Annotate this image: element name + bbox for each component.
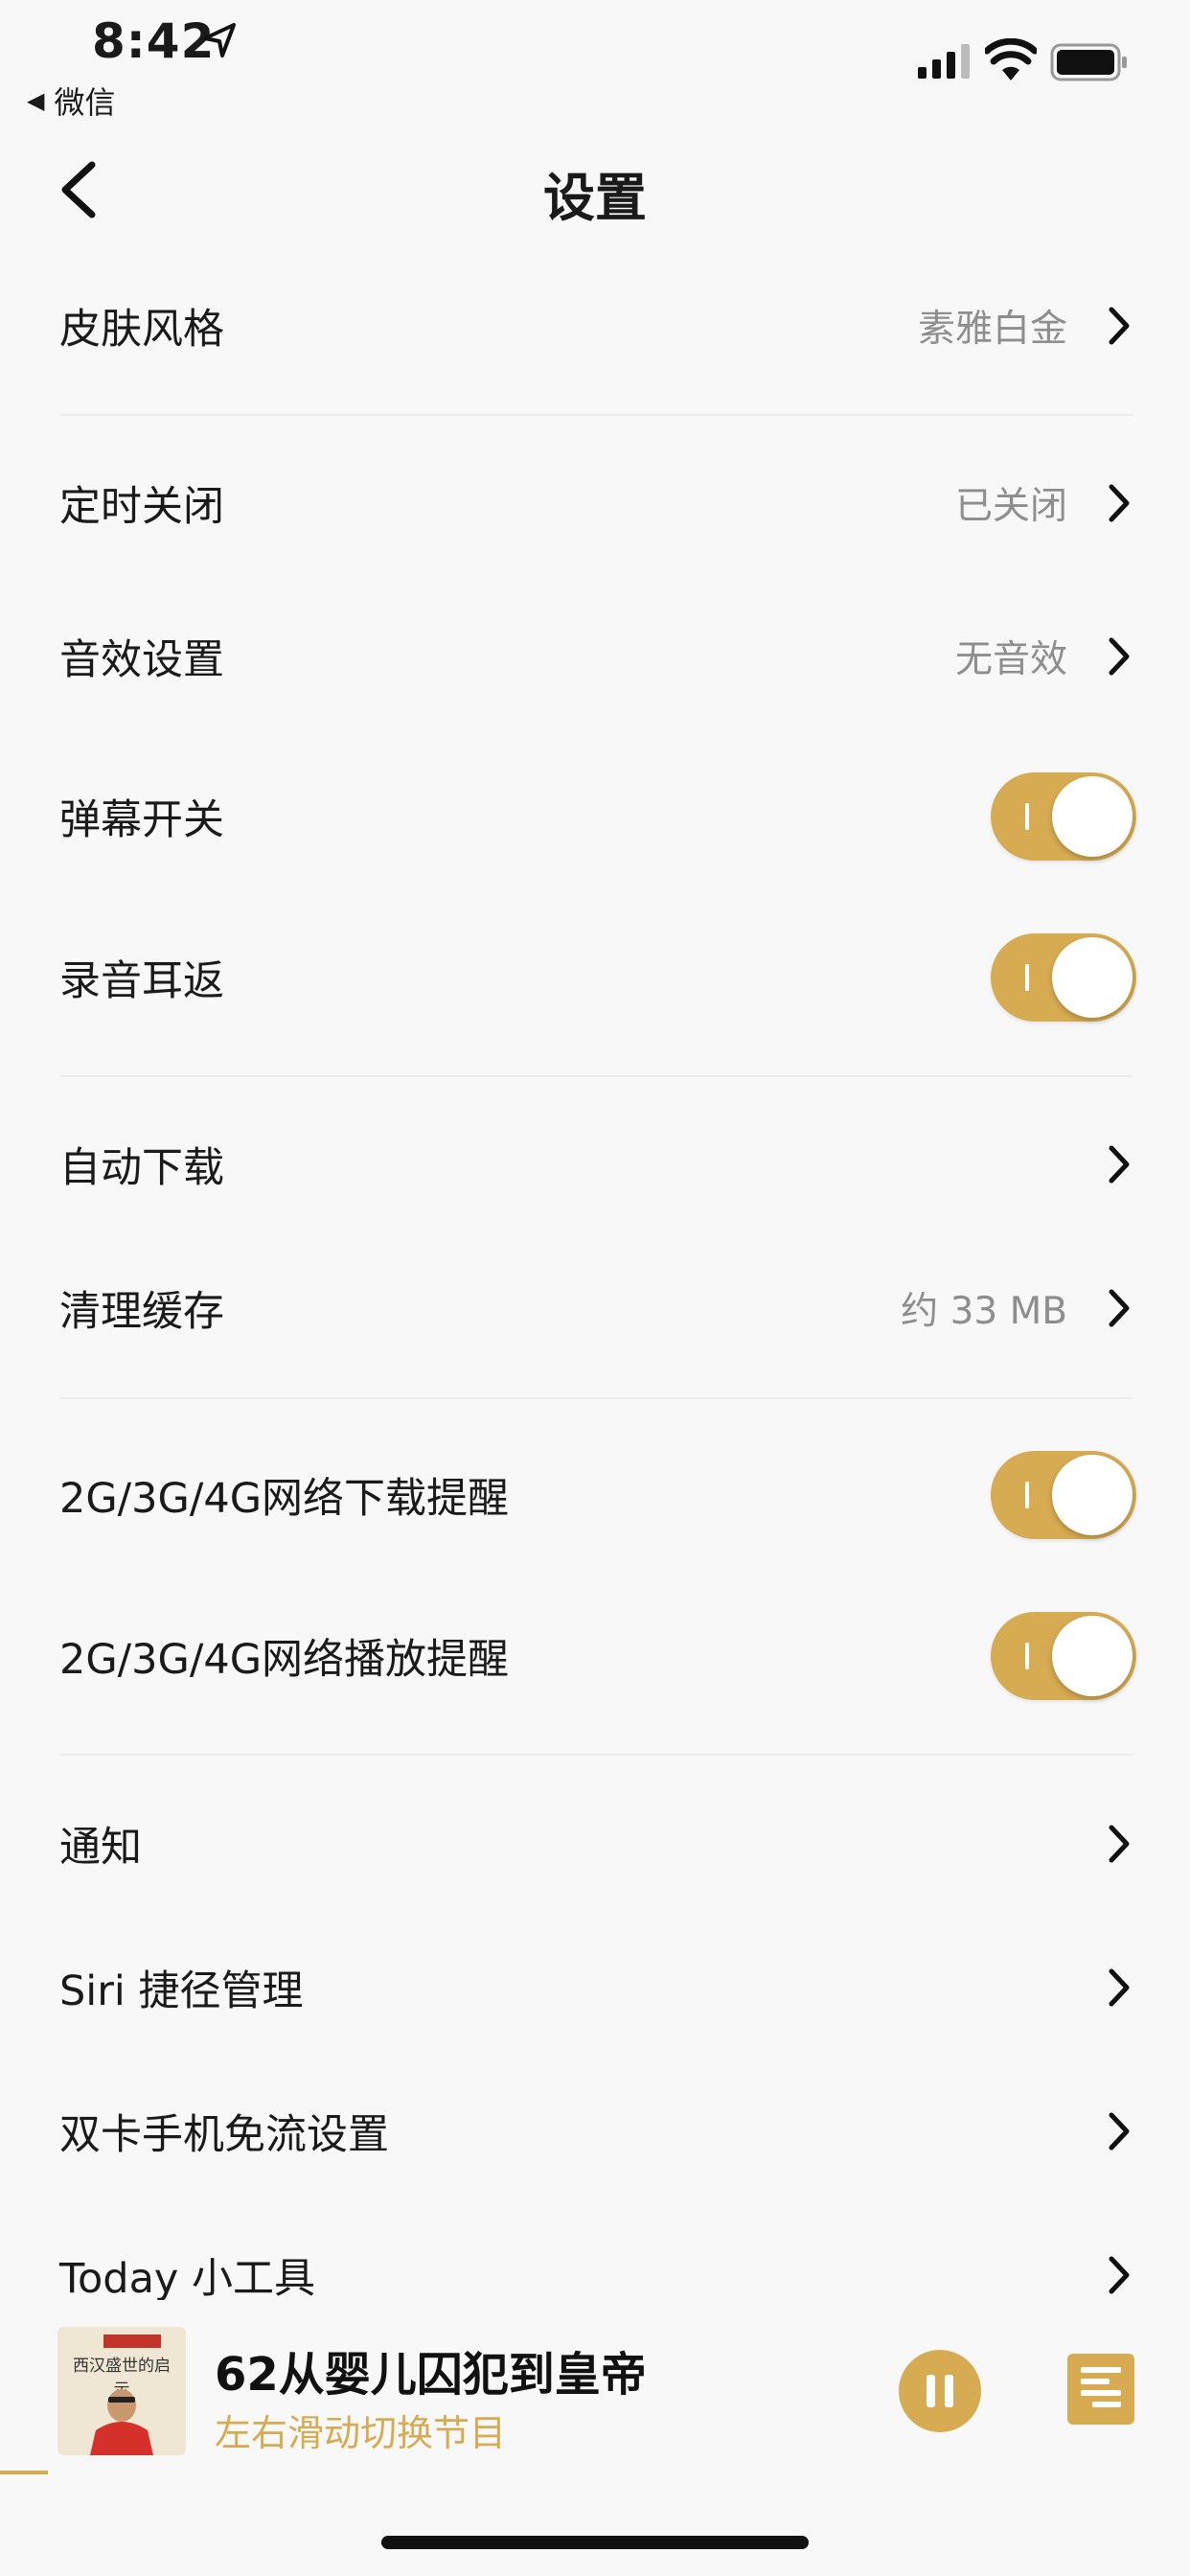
setting-row-danmaku: 弹幕开关 <box>0 759 1190 874</box>
playback-progress-bar <box>0 2471 48 2474</box>
toggle-on-mark <box>1025 1482 1029 1508</box>
setting-row-ear-return: 录音耳返 <box>0 920 1190 1035</box>
setting-label: 录音耳返 <box>59 957 224 1005</box>
now-playing-title: 62从婴儿囚犯到皇帝 <box>215 2348 647 2402</box>
setting-row-cellular-download: 2G/3G/4G网络下载提醒 <box>0 1438 1190 1552</box>
chevron-right-icon <box>1109 2112 1130 2150</box>
setting-value: 已关闭 <box>954 485 1067 528</box>
setting-row-skin[interactable]: 皮肤风格 素雅白金 <box>0 268 1190 383</box>
location-arrow-icon <box>203 23 236 58</box>
setting-row-dual-sim[interactable]: 双卡手机免流设置 <box>0 2074 1190 2189</box>
pause-icon-bar <box>945 2375 953 2407</box>
status-time: 8:42 <box>92 13 216 69</box>
ear-return-toggle[interactable] <box>991 933 1136 1022</box>
toggle-knob <box>1052 776 1133 857</box>
chevron-right-icon <box>1109 1968 1130 2007</box>
setting-value: 无音效 <box>954 638 1067 681</box>
setting-row-sound-effect[interactable]: 音效设置 无音效 <box>0 599 1190 714</box>
toggle-on-mark <box>1025 1643 1029 1669</box>
cover-badge <box>103 2334 161 2348</box>
section-divider <box>59 1075 1133 1077</box>
setting-value: 素雅白金 <box>917 308 1067 351</box>
setting-label: 双卡手机免流设置 <box>59 2111 389 2159</box>
chevron-right-icon <box>1109 1145 1130 1184</box>
back-app-label: 微信 <box>54 84 116 121</box>
setting-label: 定时关闭 <box>59 483 224 531</box>
chevron-right-icon <box>1109 2256 1130 2294</box>
setting-label: 2G/3G/4G网络播放提醒 <box>59 1636 510 1684</box>
toggle-on-mark <box>1025 803 1029 830</box>
danmaku-toggle[interactable] <box>991 772 1136 861</box>
chevron-right-icon <box>1109 307 1130 345</box>
chevron-right-icon <box>1109 1825 1130 1863</box>
now-playing-hint: 左右滑动切换节目 <box>215 2412 507 2454</box>
chevron-right-icon <box>1109 637 1130 676</box>
setting-row-clear-cache[interactable]: 清理缓存 约 33 MB <box>0 1251 1190 1366</box>
toggle-on-mark <box>1025 964 1029 991</box>
setting-row-timer[interactable]: 定时关闭 已关闭 <box>0 446 1190 561</box>
back-to-app-link[interactable]: ◀ 微信 <box>27 79 115 123</box>
section-divider <box>59 414 1133 416</box>
playlist-icon-line <box>1081 2367 1121 2373</box>
playlist-icon-line <box>1081 2390 1121 2396</box>
setting-label: 清理缓存 <box>59 1288 224 1336</box>
setting-label: 皮肤风格 <box>59 306 224 354</box>
setting-label: 弹幕开关 <box>59 796 224 844</box>
toggle-knob <box>1052 1455 1133 1535</box>
page-title: 设置 <box>543 168 647 228</box>
section-divider <box>59 1754 1133 1756</box>
setting-value: 约 33 MB <box>901 1290 1067 1333</box>
setting-label: 音效设置 <box>59 636 224 684</box>
chevron-right-icon <box>1109 1289 1130 1327</box>
cellular-signal-icon <box>918 44 970 79</box>
setting-label: Today 小工具 <box>59 2255 316 2303</box>
setting-row-cellular-play: 2G/3G/4G网络播放提醒 <box>0 1598 1190 1714</box>
battery-icon <box>1050 43 1127 81</box>
album-cover[interactable]: 西汉盛世的启示 <box>57 2327 186 2455</box>
setting-label: Siri 捷径管理 <box>59 1967 304 2015</box>
pause-button[interactable] <box>899 2350 981 2432</box>
playlist-button[interactable] <box>1067 2354 1134 2425</box>
home-indicator[interactable] <box>381 2536 809 2549</box>
playlist-icon-line <box>1081 2379 1110 2384</box>
toggle-knob <box>1052 1616 1133 1696</box>
wifi-icon <box>985 38 1037 80</box>
section-divider <box>59 1397 1133 1399</box>
setting-row-auto-download[interactable]: 自动下载 <box>0 1107 1190 1222</box>
cellular-play-toggle[interactable] <box>991 1612 1136 1700</box>
cover-person-image <box>90 2389 153 2455</box>
back-triangle-icon: ◀ <box>27 87 45 114</box>
playlist-icon-line <box>1092 2402 1121 2407</box>
setting-label: 通知 <box>59 1824 142 1872</box>
setting-label: 自动下载 <box>59 1144 224 1192</box>
setting-row-notification[interactable]: 通知 <box>0 1786 1190 1901</box>
pause-icon-bar <box>927 2375 935 2407</box>
setting-label: 2G/3G/4G网络下载提醒 <box>59 1475 510 1523</box>
cellular-download-toggle[interactable] <box>991 1451 1136 1539</box>
setting-row-siri[interactable]: Siri 捷径管理 <box>0 1930 1190 2045</box>
toggle-knob <box>1052 937 1133 1018</box>
chevron-right-icon <box>1109 484 1130 522</box>
